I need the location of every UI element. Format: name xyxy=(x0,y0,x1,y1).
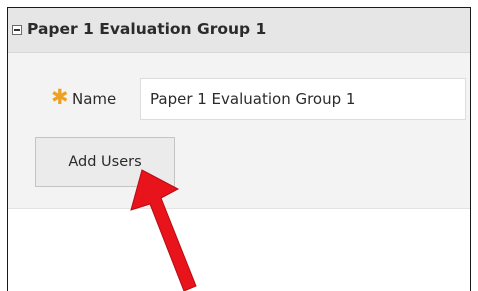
group-panel: Paper 1 Evaluation Group 1 ✱ Name Add Us… xyxy=(7,7,471,291)
name-label: Name xyxy=(72,90,117,108)
panel-header[interactable]: Paper 1 Evaluation Group 1 xyxy=(8,8,470,53)
screenshot-frame: Paper 1 Evaluation Group 1 ✱ Name Add Us… xyxy=(0,0,478,291)
panel-title: Paper 1 Evaluation Group 1 xyxy=(27,20,267,38)
arrow-shape xyxy=(130,169,197,291)
panel-body: ✱ Name Add Users xyxy=(8,53,470,209)
collapse-icon[interactable] xyxy=(12,25,22,35)
required-asterisk-icon: ✱ xyxy=(51,85,69,109)
name-field[interactable] xyxy=(140,78,466,120)
red-arrow-icon xyxy=(130,169,197,291)
